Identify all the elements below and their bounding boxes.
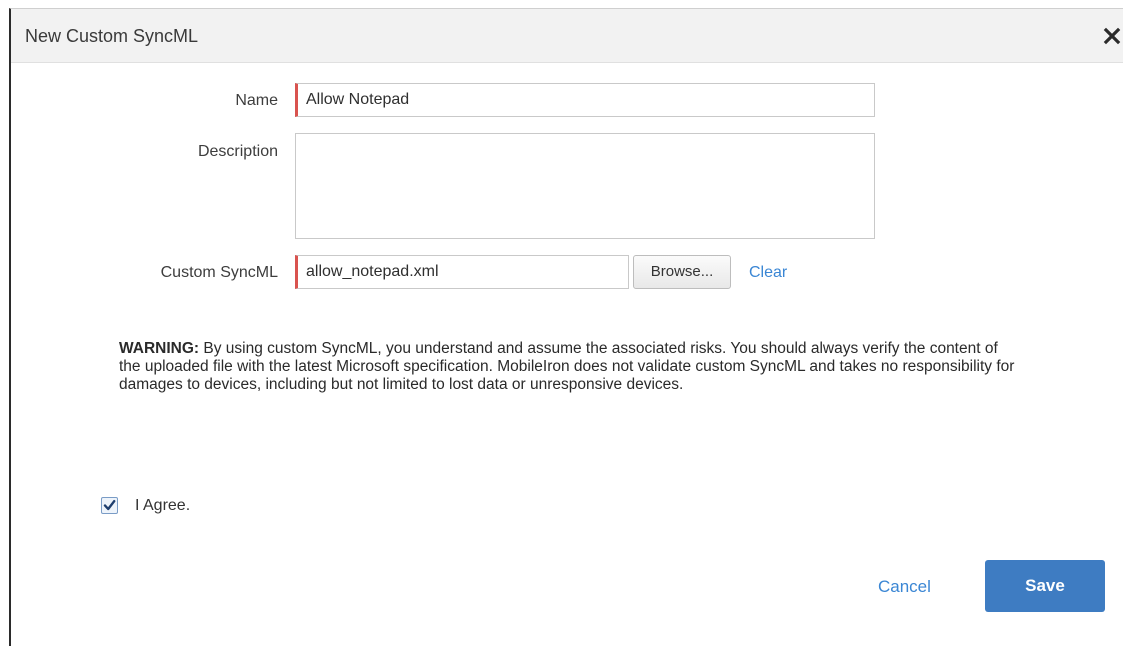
browse-button[interactable]: Browse...: [633, 255, 731, 289]
checkmark-icon: [103, 500, 116, 511]
custom-syncml-file-input[interactable]: [295, 255, 629, 289]
close-icon: [1103, 27, 1121, 45]
warning-heading: WARNING:: [119, 340, 200, 357]
warning-text: By using custom SyncML, you understand a…: [119, 340, 1015, 393]
clear-link[interactable]: Clear: [749, 264, 787, 282]
agree-checkbox[interactable]: [101, 497, 118, 514]
description-label: Description: [197, 143, 278, 160]
warning-message: WARNING: By using custom SyncML, you und…: [119, 340, 1019, 394]
description-textarea[interactable]: [295, 133, 875, 239]
close-button[interactable]: [1101, 23, 1123, 47]
custom-syncml-dialog: New Custom SyncML Name Description Custo…: [9, 8, 1123, 646]
save-button[interactable]: Save: [985, 560, 1105, 612]
cancel-button[interactable]: Cancel: [878, 577, 931, 597]
dialog-title: New Custom SyncML: [25, 26, 199, 46]
custom-syncml-label: Custom SyncML: [160, 264, 278, 281]
dialog-titlebar: New Custom SyncML: [11, 9, 1123, 63]
name-label: Name: [235, 92, 278, 109]
agree-label: I Agree.: [135, 497, 191, 514]
name-input[interactable]: [295, 83, 875, 117]
